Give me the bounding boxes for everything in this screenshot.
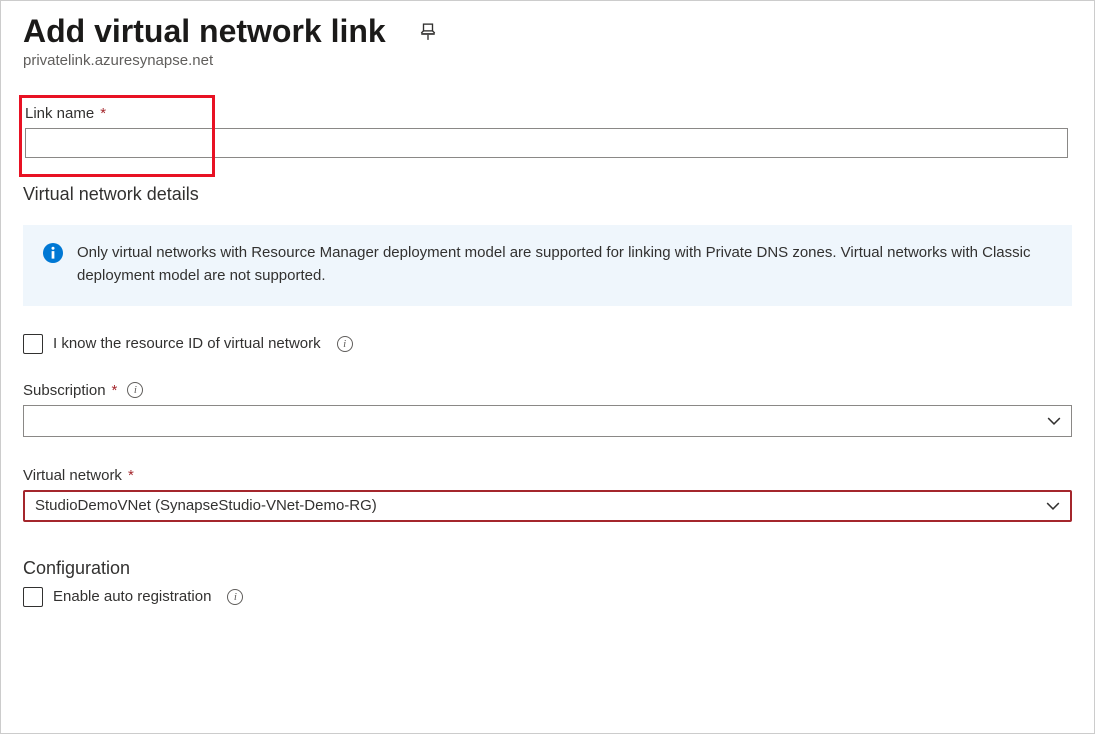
pin-icon[interactable]	[418, 22, 438, 42]
link-name-label: Link name *	[25, 105, 1068, 122]
configuration-title: Configuration	[23, 558, 1072, 579]
link-name-input[interactable]	[25, 128, 1068, 158]
virtual-network-label: Virtual network *	[23, 467, 1072, 484]
required-asterisk: *	[100, 105, 106, 122]
know-resource-id-row: I know the resource ID of virtual networ…	[23, 334, 1072, 354]
link-name-block: Link name *	[23, 101, 1072, 162]
virtual-network-dropdown[interactable]: StudioDemoVNet (SynapseStudio-VNet-Demo-…	[23, 490, 1072, 522]
virtual-network-label-text: Virtual network	[23, 467, 122, 484]
required-asterisk: *	[112, 382, 118, 399]
vnet-details-title: Virtual network details	[23, 184, 1072, 205]
info-icon-subscription[interactable]: i	[127, 382, 143, 398]
enable-auto-checkbox[interactable]	[23, 587, 43, 607]
configuration-section: Configuration Enable auto registration i	[23, 558, 1072, 607]
info-icon-auto-registration[interactable]: i	[227, 589, 243, 605]
know-resource-id-label: I know the resource ID of virtual networ…	[53, 335, 321, 352]
info-banner-text: Only virtual networks with Resource Mana…	[77, 241, 1052, 288]
page-header: Add virtual network link	[23, 13, 1072, 50]
info-banner: Only virtual networks with Resource Mana…	[23, 225, 1072, 306]
page-subtitle: privatelink.azuresynapse.net	[23, 52, 1072, 69]
page-container: Add virtual network link privatelink.azu…	[0, 0, 1095, 734]
link-name-label-text: Link name	[25, 105, 94, 122]
info-icon-resource-id[interactable]: i	[337, 336, 353, 352]
subscription-label: Subscription * i	[23, 382, 1072, 399]
enable-auto-row: Enable auto registration i	[23, 587, 1072, 607]
virtual-network-block: Virtual network * StudioDemoVNet (Synaps…	[23, 467, 1072, 522]
subscription-dropdown[interactable]	[23, 405, 1072, 437]
chevron-down-icon	[1047, 414, 1061, 428]
info-icon	[43, 243, 63, 263]
required-asterisk: *	[128, 467, 134, 484]
virtual-network-value: StudioDemoVNet (SynapseStudio-VNet-Demo-…	[35, 497, 377, 514]
know-resource-id-checkbox[interactable]	[23, 334, 43, 354]
subscription-label-text: Subscription	[23, 382, 106, 399]
subscription-block: Subscription * i	[23, 382, 1072, 437]
page-title: Add virtual network link	[23, 13, 386, 50]
chevron-down-icon	[1046, 499, 1060, 513]
enable-auto-label: Enable auto registration	[53, 588, 211, 605]
